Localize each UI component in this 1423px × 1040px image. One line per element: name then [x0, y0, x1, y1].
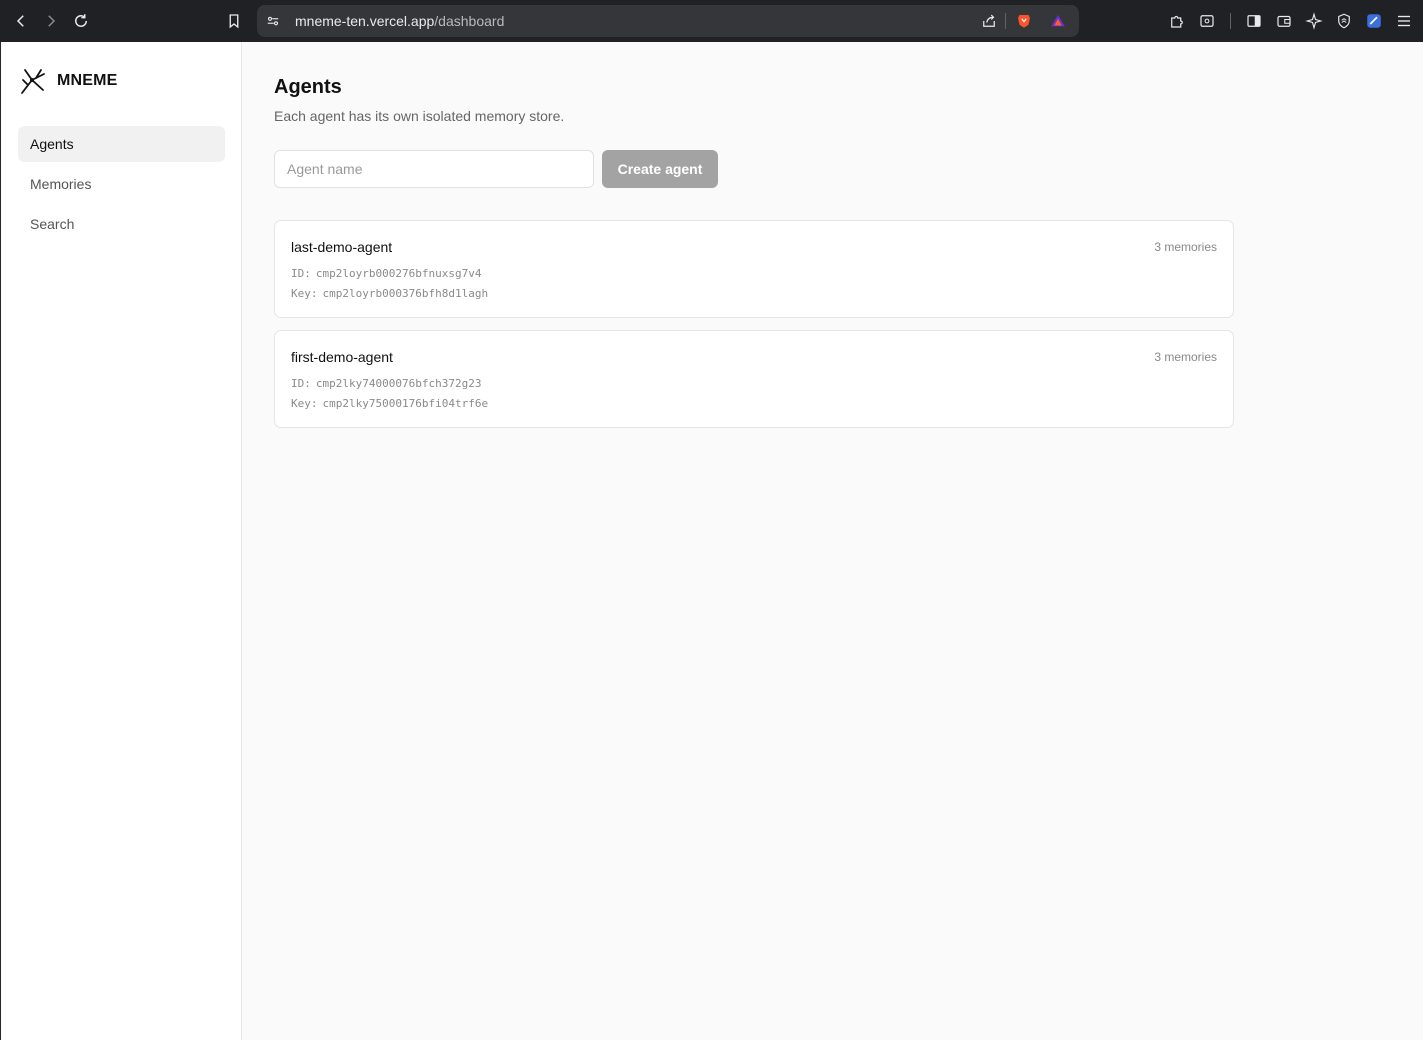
create-agent-button[interactable]: Create agent: [602, 150, 718, 188]
url-text: mneme-ten.vercel.app/dashboard: [295, 13, 504, 29]
agent-key-label: Key:: [291, 287, 318, 300]
site-settings-icon[interactable]: [261, 9, 285, 33]
sidebar-toggle-icon[interactable]: [1243, 10, 1265, 32]
brand-name: MNEME: [57, 72, 118, 89]
sidebar: MNEME Agents Memories Search: [2, 42, 242, 1040]
agent-name: last-demo-agent: [291, 239, 393, 255]
rewards-icon[interactable]: [1046, 9, 1070, 33]
browser-toolbar: mneme-ten.vercel.app/dashboard: [0, 0, 1423, 42]
brave-shields-icon[interactable]: [1012, 9, 1036, 33]
vpn-icon[interactable]: [1333, 10, 1355, 32]
agent-id: ID: cmp2lky74000076bfch372g23: [291, 377, 481, 390]
divider: [1230, 13, 1231, 29]
page-search-icon[interactable]: [1196, 10, 1218, 32]
agent-id-label: ID:: [291, 377, 311, 390]
back-icon[interactable]: [9, 9, 33, 33]
memory-count: 3 memories: [1154, 240, 1217, 254]
share-icon[interactable]: [977, 9, 1001, 33]
page-title: Agents: [274, 76, 342, 98]
agent-key: Key: cmp2lky75000176bfi04trf6e: [291, 397, 488, 410]
divider: [1005, 13, 1006, 29]
main-content: Agents Each agent has its own isolated m…: [242, 42, 1423, 1040]
sidebar-item-search[interactable]: Search: [18, 206, 225, 242]
menu-icon[interactable]: [1393, 10, 1415, 32]
agent-card[interactable]: last-demo-agent 3 memories ID: cmp2loyrb0…: [274, 220, 1234, 318]
memory-count: 3 memories: [1154, 350, 1217, 364]
mneme-logo-icon: [21, 69, 45, 94]
agent-id-label: ID:: [291, 267, 311, 280]
agent-key: Key: cmp2loyrb000376bfh8d1lagh: [291, 287, 488, 300]
sidebar-item-agents[interactable]: Agents: [18, 126, 225, 162]
agent-name: first-demo-agent: [291, 349, 393, 365]
agent-key-value: cmp2lky75000176bfi04trf6e: [322, 397, 489, 410]
agent-id: ID: cmp2loyrb000276bfnuxsg7v4: [291, 267, 481, 280]
extensions-icon[interactable]: [1166, 10, 1188, 32]
app-root: MNEME Agents Memories Search Agents Each…: [0, 42, 1423, 1040]
agent-id-value: cmp2lky74000076bfch372g23: [315, 377, 482, 390]
forward-icon[interactable]: [39, 9, 63, 33]
url-host: mneme-ten.vercel.app: [295, 13, 435, 29]
agent-id-value: cmp2loyrb000276bfnuxsg7v4: [315, 267, 482, 280]
agent-key-value: cmp2loyrb000376bfh8d1lagh: [322, 287, 489, 300]
url-path: /dashboard: [434, 13, 505, 29]
address-bar[interactable]: mneme-ten.vercel.app/dashboard: [257, 5, 1079, 37]
agent-name-input[interactable]: [274, 150, 594, 188]
sidebar-item-memories[interactable]: Memories: [18, 166, 225, 202]
profile-extension-icon[interactable]: [1363, 10, 1385, 32]
wallet-icon[interactable]: [1273, 10, 1295, 32]
agent-key-label: Key:: [291, 397, 318, 410]
agent-card[interactable]: first-demo-agent 3 memories ID: cmp2lky74…: [274, 330, 1234, 428]
bookmark-icon[interactable]: [222, 9, 246, 33]
leo-ai-icon[interactable]: [1303, 10, 1325, 32]
brand[interactable]: MNEME: [19, 66, 118, 96]
page-subtitle: Each agent has its own isolated memory s…: [274, 108, 565, 124]
reload-icon[interactable]: [69, 9, 93, 33]
